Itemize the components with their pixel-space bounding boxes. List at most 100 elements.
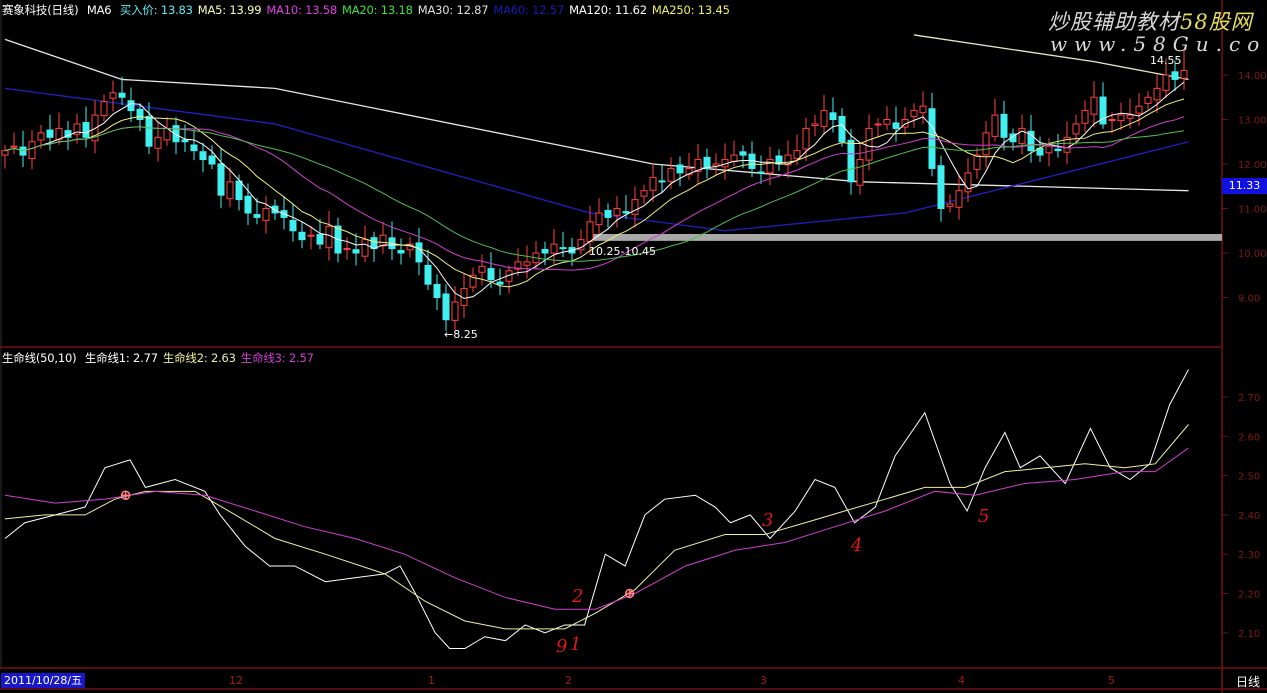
candle-down: [559, 247, 567, 250]
candle-down: [208, 155, 216, 165]
candle-down: [136, 108, 144, 121]
candle-down: [487, 268, 495, 281]
month-label: 5: [1108, 674, 1115, 687]
candle-up: [361, 239, 369, 257]
high-price-label: 14.55: [1150, 54, 1182, 67]
candle-up: [640, 190, 648, 197]
candle-up: [1135, 105, 1143, 114]
candle-down: [433, 283, 441, 298]
candle-up: [550, 243, 558, 254]
candle-up: [595, 212, 603, 226]
month-label: 12: [229, 674, 243, 687]
candle-up: [766, 159, 774, 174]
candle-down: [244, 195, 252, 214]
candle-down: [703, 156, 711, 169]
candle-down: [892, 122, 900, 129]
stock-chart[interactable]: 14.00 13.00 12.00 11.00 10.00 9.00 2.70 2.60 2.5…: [0, 0, 1267, 693]
candle-down: [757, 171, 765, 174]
candle-up: [262, 208, 270, 221]
y-tick-label: 13.00: [1238, 116, 1267, 127]
candle-up: [982, 132, 990, 156]
y-tick-label: 14.00: [1238, 71, 1267, 82]
watermark-brand: 58股网: [1180, 10, 1253, 34]
y-tick-label: 2.70: [1238, 393, 1260, 404]
candle-up: [820, 110, 828, 127]
y-tick-label: 2.50: [1238, 472, 1260, 483]
candle-up: [649, 176, 657, 191]
candle-down: [622, 211, 630, 214]
candle-up: [631, 199, 639, 215]
candle-down: [829, 112, 837, 120]
main-chart-header: 赛象科技(日线) MA6 买入价: 13.83 MA5: 13.99 MA10: 1…: [2, 2, 740, 18]
candle-down: [235, 180, 243, 201]
y-tick-label: 12.00: [1238, 160, 1267, 171]
y-tick-label: 2.40: [1238, 511, 1260, 522]
y-tick-label: 11.00: [1238, 205, 1267, 216]
candle-down: [316, 234, 324, 245]
candle-up: [802, 127, 810, 150]
candle-down: [1000, 113, 1008, 138]
candle-up: [910, 110, 918, 117]
candle-down: [352, 249, 360, 254]
candle-down: [46, 129, 54, 138]
ma-value: MA120: 11.62: [569, 3, 647, 17]
candle-up: [478, 265, 486, 273]
candle-up: [883, 119, 891, 125]
candle-up: [100, 101, 108, 117]
candle-up: [667, 167, 675, 182]
candle-down: [397, 250, 405, 254]
stock-title: 赛象科技(日线): [2, 3, 79, 17]
price-band: [588, 233, 1222, 241]
candle-up: [379, 234, 387, 247]
hand-mark-4: 4: [851, 535, 863, 556]
hand-mark-1: 1: [570, 634, 582, 655]
candle-up: [865, 127, 873, 161]
ma-value: MA250: 13.45: [651, 3, 730, 17]
ma-value: 买入价: 13.83: [119, 3, 193, 17]
candle-down: [118, 92, 126, 98]
indicator-header: 生命线(50,10) 生命线1: 2.77 生命线2: 2.63 生命线3: 2.5…: [2, 350, 324, 366]
candle-down: [271, 205, 279, 214]
candle-up: [1, 150, 9, 156]
candle-up: [523, 261, 531, 266]
candle-up: [154, 136, 162, 149]
candle-down: [424, 264, 432, 285]
y-tick-label: 2.10: [1238, 629, 1260, 640]
candle-up: [991, 114, 999, 137]
candle-up: [1045, 145, 1053, 154]
candle-down: [838, 115, 846, 143]
candle-down: [190, 144, 198, 152]
indicator-value: 生命线1: 2.77: [84, 351, 158, 365]
month-label: 1: [428, 674, 435, 687]
cursor-date: 2011/10/28/五: [1, 673, 86, 688]
period-selector[interactable]: 日线: [1236, 673, 1260, 690]
low-price-label: ←8.25: [444, 328, 478, 341]
candle-up: [307, 234, 315, 237]
candle-down: [253, 214, 261, 218]
candle-down: [415, 242, 423, 263]
candle-up: [919, 105, 927, 114]
watermark-text: 炒股辅助教材: [1048, 10, 1180, 34]
indicator-title: 生命线(50,10): [2, 351, 77, 365]
candle-up: [37, 132, 45, 141]
month-label: 4: [958, 674, 965, 687]
candle-up: [1180, 70, 1188, 79]
candle-up: [28, 141, 36, 159]
hand-mark-5: 5: [978, 506, 990, 527]
candle-down: [1171, 71, 1179, 80]
candle-down: [658, 180, 666, 183]
candle-up: [325, 225, 333, 249]
candle-down: [847, 139, 855, 183]
candle-up: [946, 203, 954, 208]
candle-down: [541, 248, 549, 254]
candle-down: [145, 115, 153, 147]
hand-mark-9: 9: [556, 636, 568, 657]
candle-down: [298, 231, 306, 241]
indicator-name: MA6: [86, 3, 112, 17]
candle-down: [937, 165, 945, 209]
candle-up: [1153, 87, 1161, 101]
candle-down: [181, 139, 189, 143]
candle-up: [793, 150, 801, 159]
candle-up: [856, 159, 864, 186]
candle-up: [1144, 96, 1152, 104]
